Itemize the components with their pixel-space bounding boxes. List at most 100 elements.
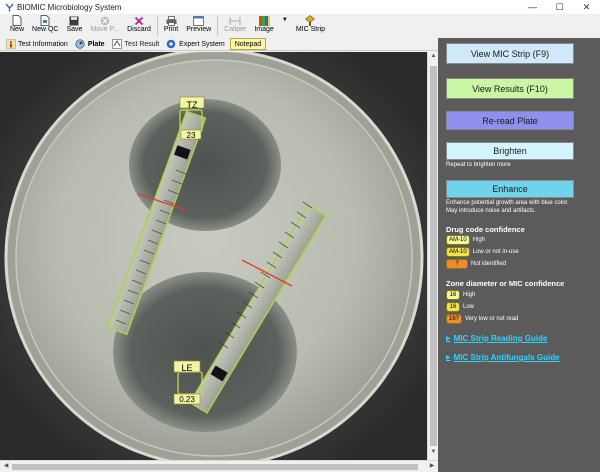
discard-button[interactable]: Discard — [123, 14, 155, 38]
bottom-strip-code: LE — [181, 363, 192, 373]
zone-legend-very-low: 16? Very low or not read — [446, 314, 518, 324]
tab-plate-label: Plate — [87, 40, 105, 48]
top-strip-value: 23 — [187, 131, 196, 140]
mic-strip-antifungals-guide-link[interactable]: ▶ MIC Strip Antifungals Guide — [446, 353, 560, 362]
play-arrow-icon: ▶ — [446, 355, 451, 361]
drug-legend-high-label: High — [472, 237, 486, 243]
image-button[interactable]: Image — [250, 14, 277, 38]
brighten-note: Repeat to brighten more — [446, 162, 511, 168]
zone-chip-very-low: 16? — [446, 314, 463, 324]
drug-chip-low: AM-10 — [446, 247, 470, 257]
drug-legend-low: AM-10 Low or not in-use — [446, 247, 519, 257]
tab-expert-system[interactable]: Expert System — [164, 38, 227, 50]
move-plate-button[interactable]: Move P... — [86, 14, 123, 38]
new-qc-icon — [39, 15, 51, 26]
zone-legend-high-label: High — [463, 292, 476, 298]
zone-chip-high: 16 — [446, 290, 460, 300]
tab-plate[interactable]: Plate — [73, 38, 107, 50]
bottom-strip-value: 0.23 — [179, 395, 195, 404]
view-mic-strip-button[interactable]: View MIC Strip (F9) — [446, 43, 574, 64]
enhance-note-1: Enhance potential growth area with blue … — [446, 200, 569, 206]
toolbar-separator — [217, 16, 219, 36]
image-dropdown-button[interactable]: ▼ — [278, 14, 292, 38]
side-panel: View MIC Strip (F9) View Results (F10) R… — [438, 38, 600, 472]
drug-legend-low-label: Low or not in-use — [472, 249, 519, 255]
scroll-right-icon[interactable]: ▶ — [427, 461, 437, 472]
enhance-note-2: May introduce noise and artifacts. — [446, 208, 536, 214]
plate-icon — [75, 39, 86, 49]
tab-test-information[interactable]: Test Information — [3, 38, 70, 50]
mic-strip-reading-guide-label: MIC Strip Reading Guide — [453, 334, 548, 343]
caliper-button[interactable]: Caliper — [220, 14, 250, 38]
caliper-label: Caliper — [224, 26, 247, 33]
window-title: BIOMIC Microbiology System — [17, 2, 122, 12]
move-plate-label: Move P... — [90, 26, 120, 33]
mic-strip-label: MIC Strip — [295, 26, 325, 33]
main-toolbar: New New QC Save Move P... Discard Print … — [0, 14, 600, 38]
drug-chip-high: AM-10 — [446, 235, 470, 245]
mic-strip-reading-guide-link[interactable]: ▶ MIC Strip Reading Guide — [446, 334, 547, 343]
zone-legend-high: 16 High — [446, 290, 475, 300]
new-button[interactable]: New — [6, 14, 28, 38]
new-document-icon — [11, 15, 23, 26]
tab-notepad-label: Notepad — [234, 40, 262, 48]
new-qc-button[interactable]: New QC — [28, 14, 62, 38]
minimize-button[interactable]: — — [519, 0, 546, 14]
enhance-button[interactable]: Enhance — [446, 180, 574, 198]
maximize-button[interactable]: ☐ — [546, 0, 573, 14]
reread-plate-button[interactable]: Re-read Plate — [446, 111, 574, 130]
horizontal-scrollbar[interactable]: ◀ ▶ — [0, 460, 438, 472]
drug-code-heading: Drug code confidence — [446, 225, 525, 234]
tab-test-result-label: Test Result — [124, 40, 160, 48]
vertical-scroll-thumb[interactable] — [430, 66, 437, 446]
play-arrow-icon: ▶ — [446, 336, 451, 342]
mic-strip-button[interactable]: MIC Strip — [292, 14, 329, 38]
mic-strip-icon — [304, 15, 316, 26]
chevron-down-icon: ▼ — [281, 17, 288, 23]
drug-legend-high: AM-10 High — [446, 235, 485, 245]
mic-strip-antifungals-guide-label: MIC Strip Antifungals Guide — [453, 353, 560, 362]
petri-dish-image: TZ 23 LE 0.23 — [0, 52, 427, 460]
new-label: New — [10, 26, 25, 33]
horizontal-scroll-thumb[interactable] — [12, 464, 418, 470]
save-icon — [68, 15, 80, 26]
toolbar-separator — [156, 16, 158, 36]
drug-legend-unidentified: ? Not identified — [446, 259, 506, 269]
top-strip-code: TZ — [187, 100, 198, 110]
brighten-button[interactable]: Brighten — [446, 142, 574, 160]
printer-icon — [165, 15, 177, 26]
move-icon — [99, 15, 111, 26]
tab-test-result[interactable]: Test Result — [110, 38, 162, 50]
image-label: Image — [254, 26, 274, 33]
zone-legend-very-low-label: Very low or not read — [465, 316, 519, 322]
tab-expert-system-label: Expert System — [179, 40, 225, 48]
information-icon — [5, 39, 16, 49]
expert-system-icon — [166, 39, 177, 49]
close-button[interactable]: ✕ — [573, 0, 600, 14]
zone-legend-low: 16 Low — [446, 302, 474, 312]
preview-icon — [193, 15, 205, 26]
zone-legend-low-label: Low — [463, 304, 475, 310]
test-result-icon — [111, 39, 123, 49]
scroll-left-icon[interactable]: ◀ — [1, 461, 11, 472]
zone-diameter-heading: Zone diameter or MIC confidence — [446, 279, 565, 288]
save-button[interactable]: Save — [62, 14, 86, 38]
drug-chip-unidentified: ? — [446, 259, 468, 269]
new-qc-label: New QC — [32, 26, 59, 33]
plate-image-viewer[interactable]: TZ 23 LE 0.23 — [0, 52, 427, 460]
discard-label: Discard — [127, 26, 151, 33]
view-results-button[interactable]: View Results (F10) — [446, 78, 574, 99]
discard-icon — [133, 15, 145, 26]
caliper-icon — [229, 15, 241, 26]
print-label: Print — [163, 26, 179, 33]
tab-test-information-label: Test Information — [18, 40, 68, 48]
print-button[interactable]: Print — [160, 14, 182, 38]
zone-chip-low: 16 — [446, 302, 460, 312]
save-label: Save — [66, 26, 83, 33]
vertical-scrollbar[interactable]: ▲ ▼ — [427, 52, 438, 460]
tab-notepad[interactable]: Notepad — [229, 38, 267, 50]
image-palette-icon — [258, 15, 270, 26]
preview-button[interactable]: Preview — [182, 14, 215, 38]
title-bar: BIOMIC Microbiology System — ☐ ✕ — [0, 0, 600, 14]
preview-label: Preview — [186, 26, 212, 33]
